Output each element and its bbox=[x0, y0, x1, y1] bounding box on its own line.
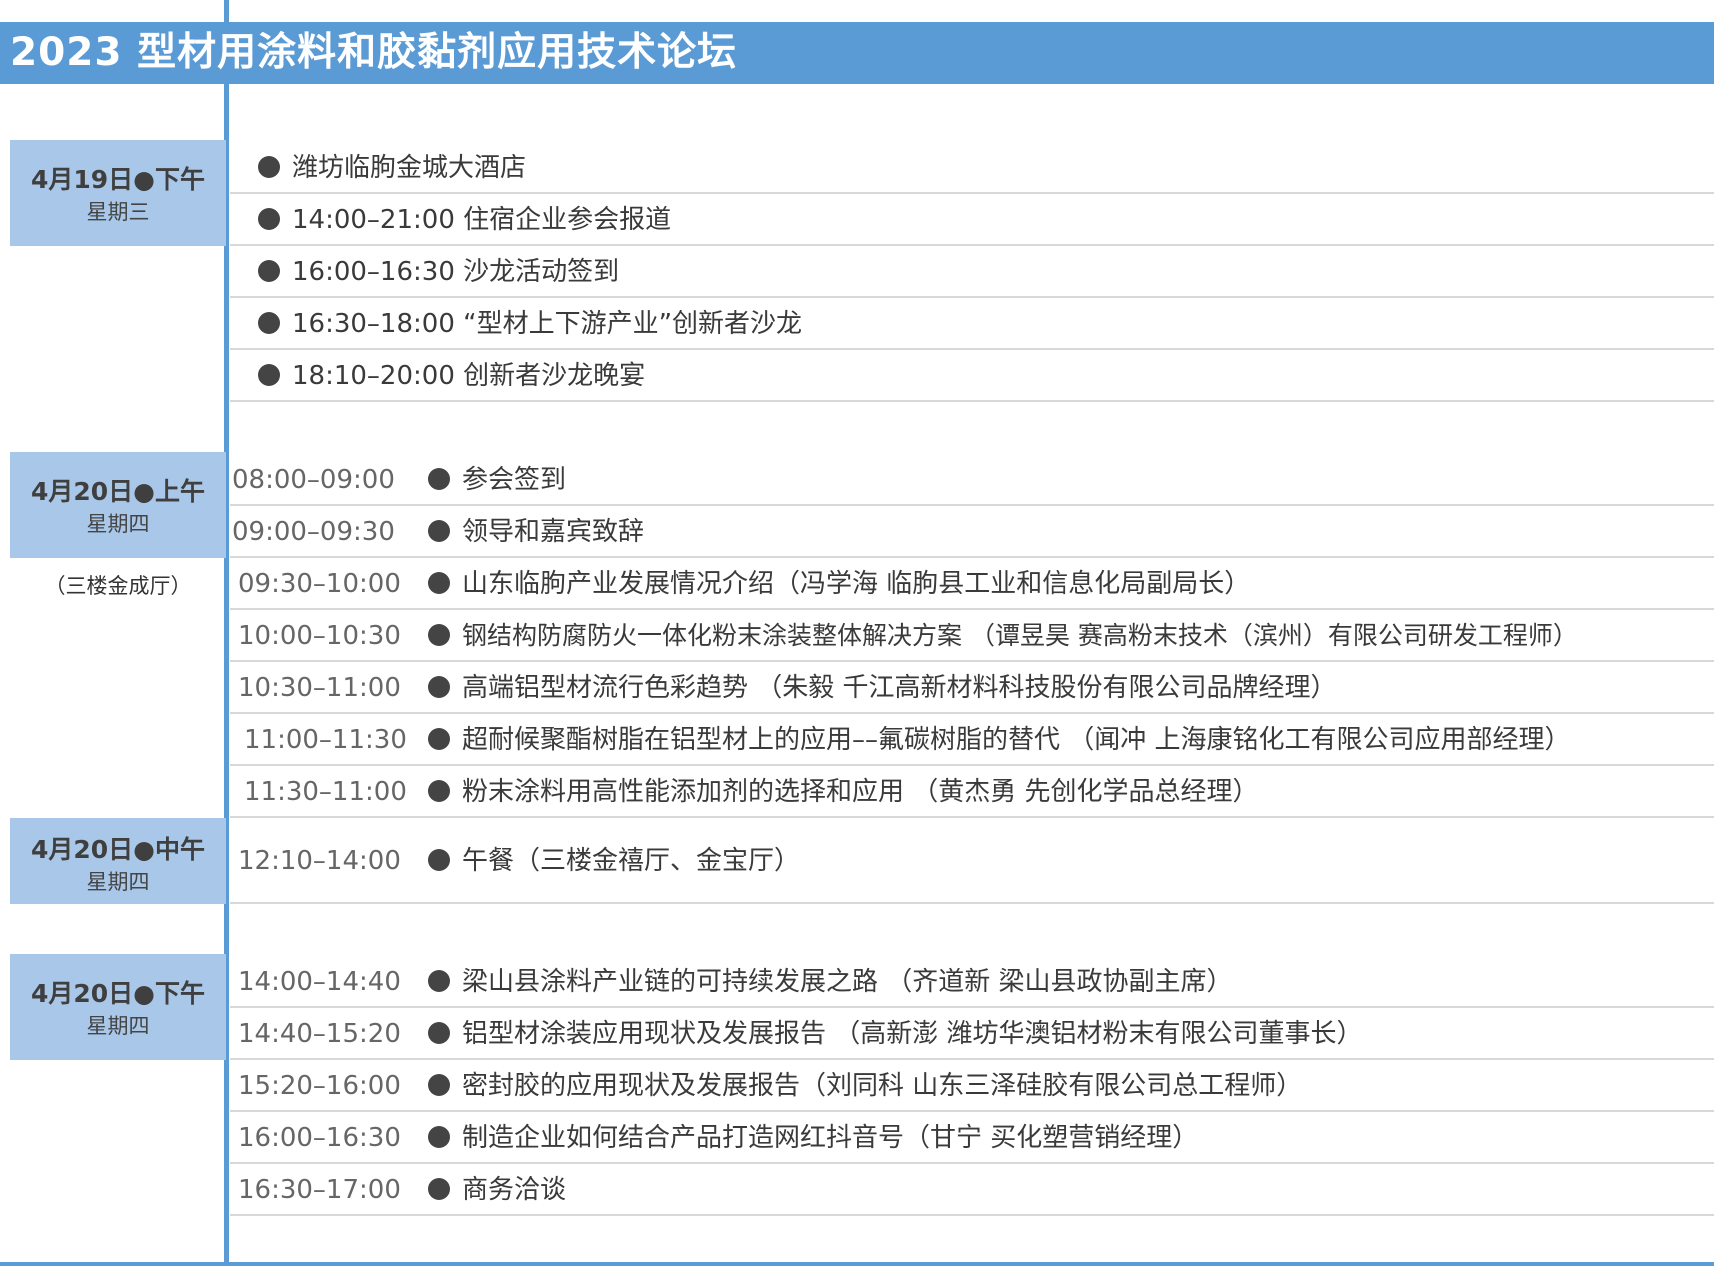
schedule-text: 高端铝型材流行色彩趋势 （朱毅 千江高新材料科技股份有限公司品牌经理） bbox=[462, 673, 1337, 703]
time-label: 11:00–11:30 bbox=[244, 725, 407, 755]
venue-note: （三楼金成厅） bbox=[44, 574, 192, 598]
schedule-text: 铝型材涂装应用现状及发展报告 （高新澎 潍坊华澳铝材粉末有限公司董事长） bbox=[462, 1019, 1363, 1049]
schedule-row: 潍坊临朐金城大酒店 bbox=[230, 142, 1714, 194]
bullet-icon bbox=[428, 1074, 450, 1096]
time-label: 09:00–09:30 bbox=[232, 517, 395, 547]
time-label: 14:40–15:20 bbox=[238, 1019, 401, 1049]
schedule-text: 参会签到 bbox=[462, 465, 567, 495]
schedule-row: 14:40–15:20 铝型材涂装应用现状及发展报告 （高新澎 潍坊华澳铝材粉末… bbox=[230, 1008, 1714, 1060]
schedule-text: 潍坊临朐金城大酒店 bbox=[292, 153, 527, 183]
time-label: 14:00–14:40 bbox=[238, 967, 401, 997]
bullet-icon bbox=[428, 676, 450, 698]
schedule-row: 14:00–14:40 梁山县涂料产业链的可持续发展之路 （齐道新 梁山县政协副… bbox=[230, 956, 1714, 1008]
bullet-icon bbox=[428, 572, 450, 594]
schedule-row: 16:30–17:00 商务洽谈 bbox=[230, 1164, 1714, 1216]
schedule-row: 10:00–10:30 钢结构防腐防火一体化粉末涂装整体解决方案 （谭昱昊 赛高… bbox=[230, 610, 1714, 662]
schedule-row: 09:30–10:00 山东临朐产业发展情况介绍（冯学海 临朐县工业和信息化局副… bbox=[230, 558, 1714, 610]
schedule-text: 密封胶的应用现状及发展报告（刘同科 山东三泽硅胶有限公司总工程师） bbox=[462, 1071, 1303, 1101]
bullet-icon bbox=[428, 1178, 450, 1200]
bullet-icon bbox=[258, 364, 280, 386]
schedule-text: 商务洽谈 bbox=[462, 1175, 567, 1205]
bullet-icon bbox=[428, 849, 450, 871]
time-label: 15:20–16:00 bbox=[238, 1071, 401, 1101]
time-label: 09:30–10:00 bbox=[238, 569, 401, 599]
schedule-text: 梁山县涂料产业链的可持续发展之路 （齐道新 梁山县政协副主席） bbox=[462, 967, 1233, 997]
schedule-row: 11:00–11:30 超耐候聚酯树脂在铝型材上的应用––氟碳树脂的替代 （闻冲… bbox=[230, 714, 1714, 766]
bullet-icon bbox=[428, 970, 450, 992]
time-label: 08:00–09:00 bbox=[232, 465, 395, 495]
date-box-apr20-noon: 4月20日●中午 星期四 bbox=[10, 818, 226, 904]
schedule-text: 16:00–16:30 沙龙活动签到 bbox=[292, 257, 620, 287]
schedule-text: 16:30–18:00 “型材上下游产业”创新者沙龙 bbox=[292, 309, 803, 339]
page-title: 2023 型材用涂料和胶黏剂应用技术论坛 bbox=[0, 22, 1714, 84]
time-label: 10:30–11:00 bbox=[238, 673, 401, 703]
schedule-row: 08:00–09:00 参会签到 bbox=[230, 454, 1714, 506]
bullet-icon bbox=[258, 156, 280, 178]
bullet-icon bbox=[428, 624, 450, 646]
bullet-icon bbox=[258, 208, 280, 230]
time-label: 16:30–17:00 bbox=[238, 1175, 401, 1205]
schedule-text: 山东临朐产业发展情况介绍（冯学海 临朐县工业和信息化局副局长） bbox=[462, 569, 1251, 599]
weekday-label: 星期四 bbox=[86, 870, 150, 894]
bullet-icon bbox=[428, 780, 450, 802]
time-label: 10:00–10:30 bbox=[238, 621, 401, 651]
schedule-row: 18:10–20:00 创新者沙龙晚宴 bbox=[230, 350, 1714, 402]
schedule-row: 16:00–16:30 沙龙活动签到 bbox=[230, 246, 1714, 298]
schedule-text: 粉末涂料用高性能添加剂的选择和应用 （黄杰勇 先创化学品总经理） bbox=[462, 777, 1259, 807]
bullet-icon bbox=[428, 1126, 450, 1148]
date-label: 4月20日●上午 bbox=[31, 477, 205, 506]
bottom-border bbox=[0, 1262, 1714, 1266]
schedule-text: 14:00–21:00 住宿企业参会报道 bbox=[292, 205, 672, 235]
bullet-icon bbox=[428, 1022, 450, 1044]
date-box-apr20-afternoon: 4月20日●下午 星期四 bbox=[10, 954, 226, 1060]
schedule-row: 16:30–18:00 “型材上下游产业”创新者沙龙 bbox=[230, 298, 1714, 350]
bullet-icon bbox=[428, 468, 450, 490]
date-label: 4月20日●下午 bbox=[31, 979, 205, 1008]
schedule-row: 16:00–16:30 制造企业如何结合产品打造网红抖音号（甘宁 买化塑营销经理… bbox=[230, 1112, 1714, 1164]
bullet-icon bbox=[258, 260, 280, 282]
schedule-text: 制造企业如何结合产品打造网红抖音号（甘宁 买化塑营销经理） bbox=[462, 1123, 1199, 1153]
time-label: 11:30–11:00 bbox=[244, 777, 407, 807]
bullet-icon bbox=[428, 520, 450, 542]
schedule-text: 18:10–20:00 创新者沙龙晚宴 bbox=[292, 361, 646, 391]
time-label: 16:00–16:30 bbox=[238, 1123, 401, 1153]
date-label: 4月20日●中午 bbox=[31, 835, 205, 864]
bullet-icon bbox=[428, 728, 450, 750]
weekday-label: 星期三 bbox=[86, 200, 150, 224]
schedule-row: 10:30–11:00 高端铝型材流行色彩趋势 （朱毅 千江高新材料科技股份有限… bbox=[230, 662, 1714, 714]
schedule-row: 15:20–16:00 密封胶的应用现状及发展报告（刘同科 山东三泽硅胶有限公司… bbox=[230, 1060, 1714, 1112]
schedule-row: 14:00–21:00 住宿企业参会报道 bbox=[230, 194, 1714, 246]
weekday-label: 星期四 bbox=[86, 1014, 150, 1038]
schedule-text: 领导和嘉宾致辞 bbox=[462, 517, 645, 547]
date-box-apr20-morning: 4月20日●上午 星期四 bbox=[10, 452, 226, 558]
time-label: 12:10–14:00 bbox=[238, 846, 401, 876]
schedule-text: 超耐候聚酯树脂在铝型材上的应用––氟碳树脂的替代 （闻冲 上海康铭化工有限公司应… bbox=[462, 725, 1571, 755]
schedule-row: 09:00–09:30 领导和嘉宾致辞 bbox=[230, 506, 1714, 558]
schedule-row: 12:10–14:00 午餐（三楼金禧厅、金宝厅） bbox=[230, 818, 1714, 904]
schedule-text: 午餐（三楼金禧厅、金宝厅） bbox=[462, 846, 801, 876]
weekday-label: 星期四 bbox=[86, 512, 150, 536]
bullet-icon bbox=[258, 312, 280, 334]
date-label: 4月19日●下午 bbox=[31, 165, 205, 194]
date-box-apr19-afternoon: 4月19日●下午 星期三 bbox=[10, 140, 226, 246]
schedule-text: 钢结构防腐防火一体化粉末涂装整体解决方案 （谭昱昊 赛高粉末技术（滨州）有限公司… bbox=[462, 621, 1578, 650]
schedule-row: 11:30–11:00 粉末涂料用高性能添加剂的选择和应用 （黄杰勇 先创化学品… bbox=[230, 766, 1714, 818]
